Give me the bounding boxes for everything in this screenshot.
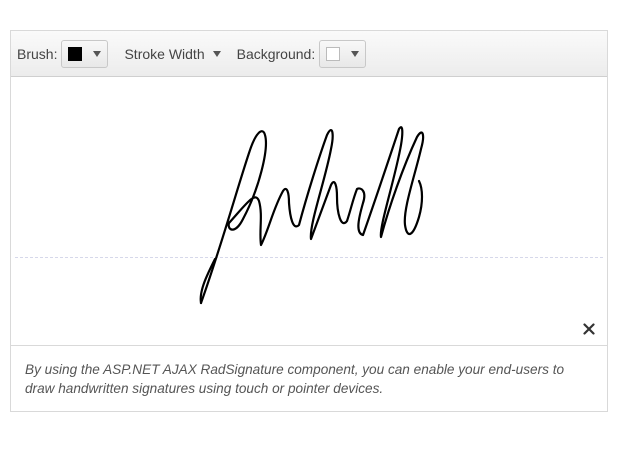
close-icon bbox=[583, 323, 595, 335]
signature-widget: Brush: Stroke Width Background: By using… bbox=[10, 30, 608, 412]
stroke-width-dropdown[interactable]: Stroke Width bbox=[124, 45, 221, 62]
background-label: Background: bbox=[236, 45, 316, 62]
brush-label: Brush: bbox=[17, 45, 58, 62]
signature-toolbar: Brush: Stroke Width Background: bbox=[11, 31, 607, 77]
signature-canvas[interactable] bbox=[11, 77, 607, 346]
brush-color-swatch bbox=[68, 46, 83, 61]
brush-color-picker[interactable] bbox=[61, 39, 109, 68]
stroke-width-label: Stroke Width bbox=[124, 45, 205, 62]
chevron-down-icon bbox=[93, 50, 102, 57]
chevron-down-icon bbox=[212, 50, 221, 57]
background-color-picker[interactable] bbox=[319, 39, 367, 68]
chevron-down-icon bbox=[351, 50, 360, 57]
signature-drawing bbox=[199, 126, 425, 305]
description-text: By using the ASP.NET AJAX RadSignature c… bbox=[25, 362, 565, 396]
background-color-swatch bbox=[326, 46, 341, 61]
clear-signature-button[interactable] bbox=[581, 321, 597, 337]
